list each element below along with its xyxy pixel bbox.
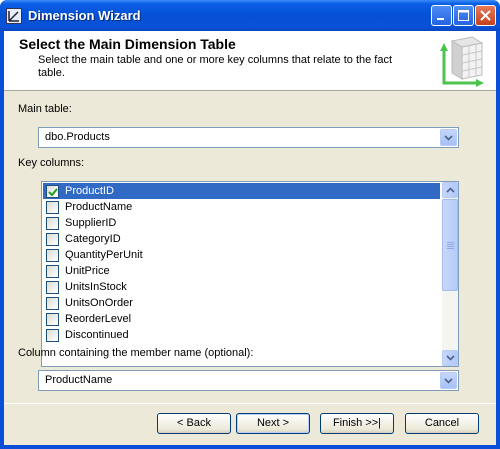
list-item-label: CategoryID (65, 233, 121, 245)
key-columns-label: Key columns: (18, 157, 85, 169)
title-bar[interactable]: Dimension Wizard (0, 0, 500, 31)
finish-button[interactable]: Finish >>| (320, 413, 394, 434)
chevron-down-icon (446, 355, 455, 361)
check-icon (48, 188, 58, 197)
checkbox[interactable] (46, 185, 59, 198)
list-item[interactable]: QuantityPerUnit (43, 247, 440, 263)
list-item[interactable]: ReorderLevel (43, 311, 440, 327)
dimension-table-icon (438, 35, 488, 87)
main-table-value: dbo.Products (45, 131, 110, 143)
minimize-button[interactable] (431, 5, 452, 26)
member-name-dropdown[interactable]: ProductName (38, 370, 459, 391)
close-button[interactable] (475, 5, 496, 26)
cancel-button[interactable]: Cancel (405, 413, 479, 434)
window-title: Dimension Wizard (28, 8, 141, 23)
scroll-down-button[interactable] (442, 350, 458, 366)
list-item-label: UnitsInStock (65, 281, 127, 293)
checkbox[interactable] (46, 329, 59, 342)
page-description: Select the main table and one or more ke… (38, 54, 393, 79)
member-name-dropdown-button[interactable] (440, 372, 457, 389)
checkbox[interactable] (46, 313, 59, 326)
checkbox[interactable] (46, 281, 59, 294)
close-icon (480, 10, 491, 21)
checkbox[interactable] (46, 201, 59, 214)
next-button[interactable]: Next > (236, 413, 310, 434)
key-columns-list[interactable]: ProductID ProductName SupplierID Categor… (41, 181, 459, 367)
list-scrollbar[interactable] (442, 182, 458, 366)
wizard-header: Select the Main Dimension Table Select t… (4, 31, 496, 91)
checkbox[interactable] (46, 297, 59, 310)
list-item-label: QuantityPerUnit (65, 249, 143, 261)
checkbox[interactable] (46, 249, 59, 262)
dimension-wizard-window: Dimension Wizard Select the Main Dimensi… (0, 0, 500, 449)
list-item[interactable]: Discontinued (43, 327, 440, 343)
checkbox[interactable] (46, 233, 59, 246)
dialog-body: Select the Main Dimension Table Select t… (4, 31, 496, 445)
footer-separator (4, 403, 496, 404)
maximize-button[interactable] (453, 5, 474, 26)
list-item[interactable]: UnitPrice (43, 263, 440, 279)
list-item[interactable]: ProductID (43, 183, 440, 199)
list-item-label: Discontinued (65, 329, 129, 341)
checkbox[interactable] (46, 265, 59, 278)
scroll-up-button[interactable] (442, 182, 458, 198)
list-item[interactable]: ProductName (43, 199, 440, 215)
minimize-icon (437, 18, 444, 20)
list-item[interactable]: UnitsInStock (43, 279, 440, 295)
member-name-value: ProductName (45, 374, 113, 386)
back-button[interactable]: < Back (157, 413, 231, 434)
list-item[interactable]: CategoryID (43, 231, 440, 247)
main-table-label: Main table: (18, 103, 72, 115)
chevron-down-icon (444, 378, 453, 384)
list-item[interactable]: SupplierID (43, 215, 440, 231)
list-item-label: ReorderLevel (65, 313, 132, 325)
chevron-down-icon (444, 135, 453, 141)
main-table-dropdown[interactable]: dbo.Products (38, 127, 459, 148)
page-title: Select the Main Dimension Table (19, 36, 236, 52)
list-item-label: UnitPrice (65, 265, 110, 277)
chevron-up-icon (446, 187, 455, 193)
checkbox[interactable] (46, 217, 59, 230)
member-name-label: Column containing the member name (optio… (18, 347, 254, 359)
maximize-icon (458, 10, 469, 21)
list-item-label: ProductName (65, 201, 133, 213)
scroll-thumb[interactable] (442, 199, 458, 291)
wizard-icon (6, 8, 22, 24)
list-item-label: UnitsOnOrder (65, 297, 133, 309)
list-item-label: SupplierID (65, 217, 117, 229)
list-item-label: ProductID (65, 185, 114, 197)
list-item[interactable]: UnitsOnOrder (43, 295, 440, 311)
main-table-dropdown-button[interactable] (440, 129, 457, 146)
